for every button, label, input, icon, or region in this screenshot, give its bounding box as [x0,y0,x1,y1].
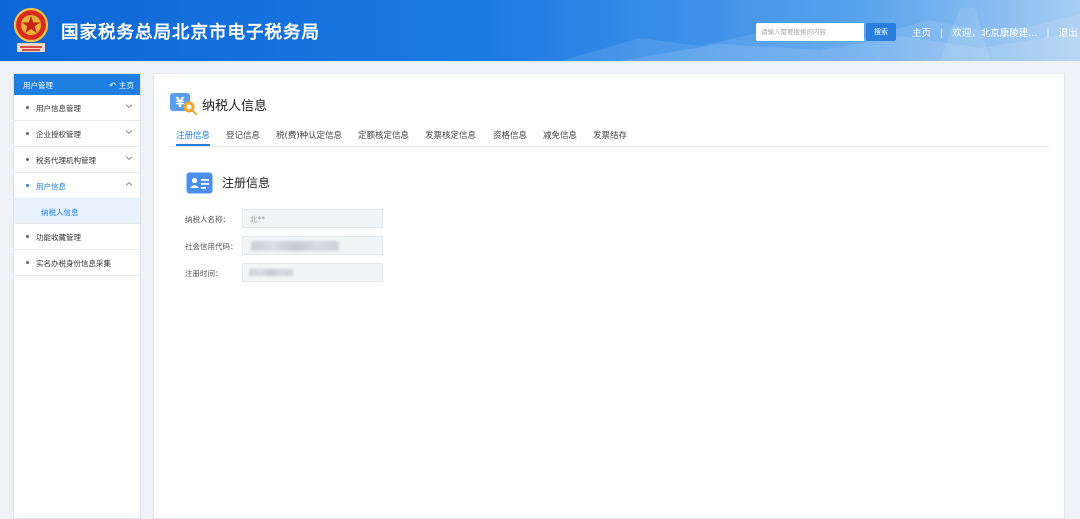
tab-invoice-verification[interactable]: 发票核定信息 [425,129,476,145]
sidebar-item-tax-agency-management[interactable]: 税务代理机构管理 [14,147,140,173]
nav-separator: | [1046,28,1050,39]
sidebar-item-enterprise-authorization[interactable]: 企业授权管理 [14,121,140,147]
tab-tax-type-identification[interactable]: 税(费)种认定信息 [276,129,342,145]
tab-qualification-info[interactable]: 资格信息 [493,129,527,145]
taxpayer-name-field: 北** [242,209,383,228]
search-input[interactable] [756,23,864,41]
sidebar-item-label: 用户信息 [36,182,66,191]
redacted-registration-time [249,269,293,276]
id-card-icon [186,172,213,194]
nav-home-link[interactable]: 主页 [912,25,931,39]
bullet-icon [26,261,29,264]
sidebar-header: 用户管理 ↶ 主页 [14,74,140,95]
chevron-down-icon [125,130,133,135]
bullet-icon [26,106,29,109]
sidebar-item-favorites-management[interactable]: 功能收藏管理 [14,224,140,250]
sidebar-title: 用户管理 [23,81,53,90]
taxpayer-name-label: 纳税人名称： [185,215,230,224]
top-nav: 主页 | 欢迎，北京康陵建... | 退出 [912,25,1078,39]
top-header: 国家税务总局北京市电子税务局 搜索 主页 | 欢迎，北京康陵建... | 退出 [0,0,1080,61]
tab-bar: 注册信息 登记信息 税(费)种认定信息 定额核定信息 发票核定信息 资格信息 减… [169,126,1049,147]
section-title: 注册信息 [222,176,271,190]
page-title: 纳税人信息 [202,99,268,114]
credit-code-label: 社会信用代码： [185,242,238,251]
sidebar-item-user-info[interactable]: 用户信息 [14,173,140,199]
main-panel: ¥ 纳税人信息 注册信息 登记信息 税(费)种认定信息 定额核定信息 发票核定信… [153,73,1065,519]
chevron-up-icon [125,181,133,186]
tax-emblem-icon [13,7,49,52]
sidebar-item-label: 功能收藏管理 [36,233,81,242]
credit-code-field [242,236,383,255]
sidebar-home-link[interactable]: ↶ 主页 [109,80,134,91]
sidebar-subitem-label: 纳税人信息 [41,208,79,217]
bullet-icon [26,184,29,187]
sidebar-item-user-info-management[interactable]: 用户信息管理 [14,95,140,121]
bullet-icon [26,158,29,161]
sidebar-item-label: 税务代理机构管理 [36,156,96,165]
logout-link[interactable]: 退出 [1059,25,1078,39]
registration-time-field [242,263,383,282]
sidebar: 用户管理 ↶ 主页 用户信息管理 企业授权管理 税务代理机构管理 用户信息 纳税人… [13,73,141,519]
back-arrow-icon: ↶ [109,81,116,90]
registration-time-label: 注册时间： [185,269,223,278]
taxpayer-name-value: 北** [250,215,265,224]
nav-separator: | [940,28,944,39]
tab-registration-record[interactable]: 登记信息 [226,129,260,145]
taxpayer-yuan-icon: ¥ [170,93,197,115]
sidebar-subitem-taxpayer-info[interactable]: 纳税人信息 [14,199,140,224]
bullet-icon [26,235,29,238]
sidebar-item-realname-info-collection[interactable]: 实名办税身份信息采集 [14,250,140,276]
site-title: 国家税务总局北京市电子税务局 [61,23,320,43]
welcome-user-link[interactable]: 欢迎，北京康陵建... [952,25,1037,39]
tab-registration-info[interactable]: 注册信息 [176,129,211,146]
chevron-down-icon [125,156,133,161]
chevron-down-icon [125,104,133,109]
sidebar-item-label: 实名办税身份信息采集 [36,259,111,268]
redacted-credit-code [251,241,339,251]
bullet-icon [26,132,29,135]
sidebar-home-label: 主页 [119,81,134,90]
tab-invoice-balance[interactable]: 发票结存 [593,129,627,145]
search-button[interactable]: 搜索 [866,23,896,41]
tab-exemption-info[interactable]: 减免信息 [543,129,577,145]
svg-text:¥: ¥ [175,96,184,111]
sidebar-item-label: 用户信息管理 [36,104,81,113]
tab-quota-verification[interactable]: 定额核定信息 [358,129,409,145]
sidebar-item-label: 企业授权管理 [36,130,81,139]
